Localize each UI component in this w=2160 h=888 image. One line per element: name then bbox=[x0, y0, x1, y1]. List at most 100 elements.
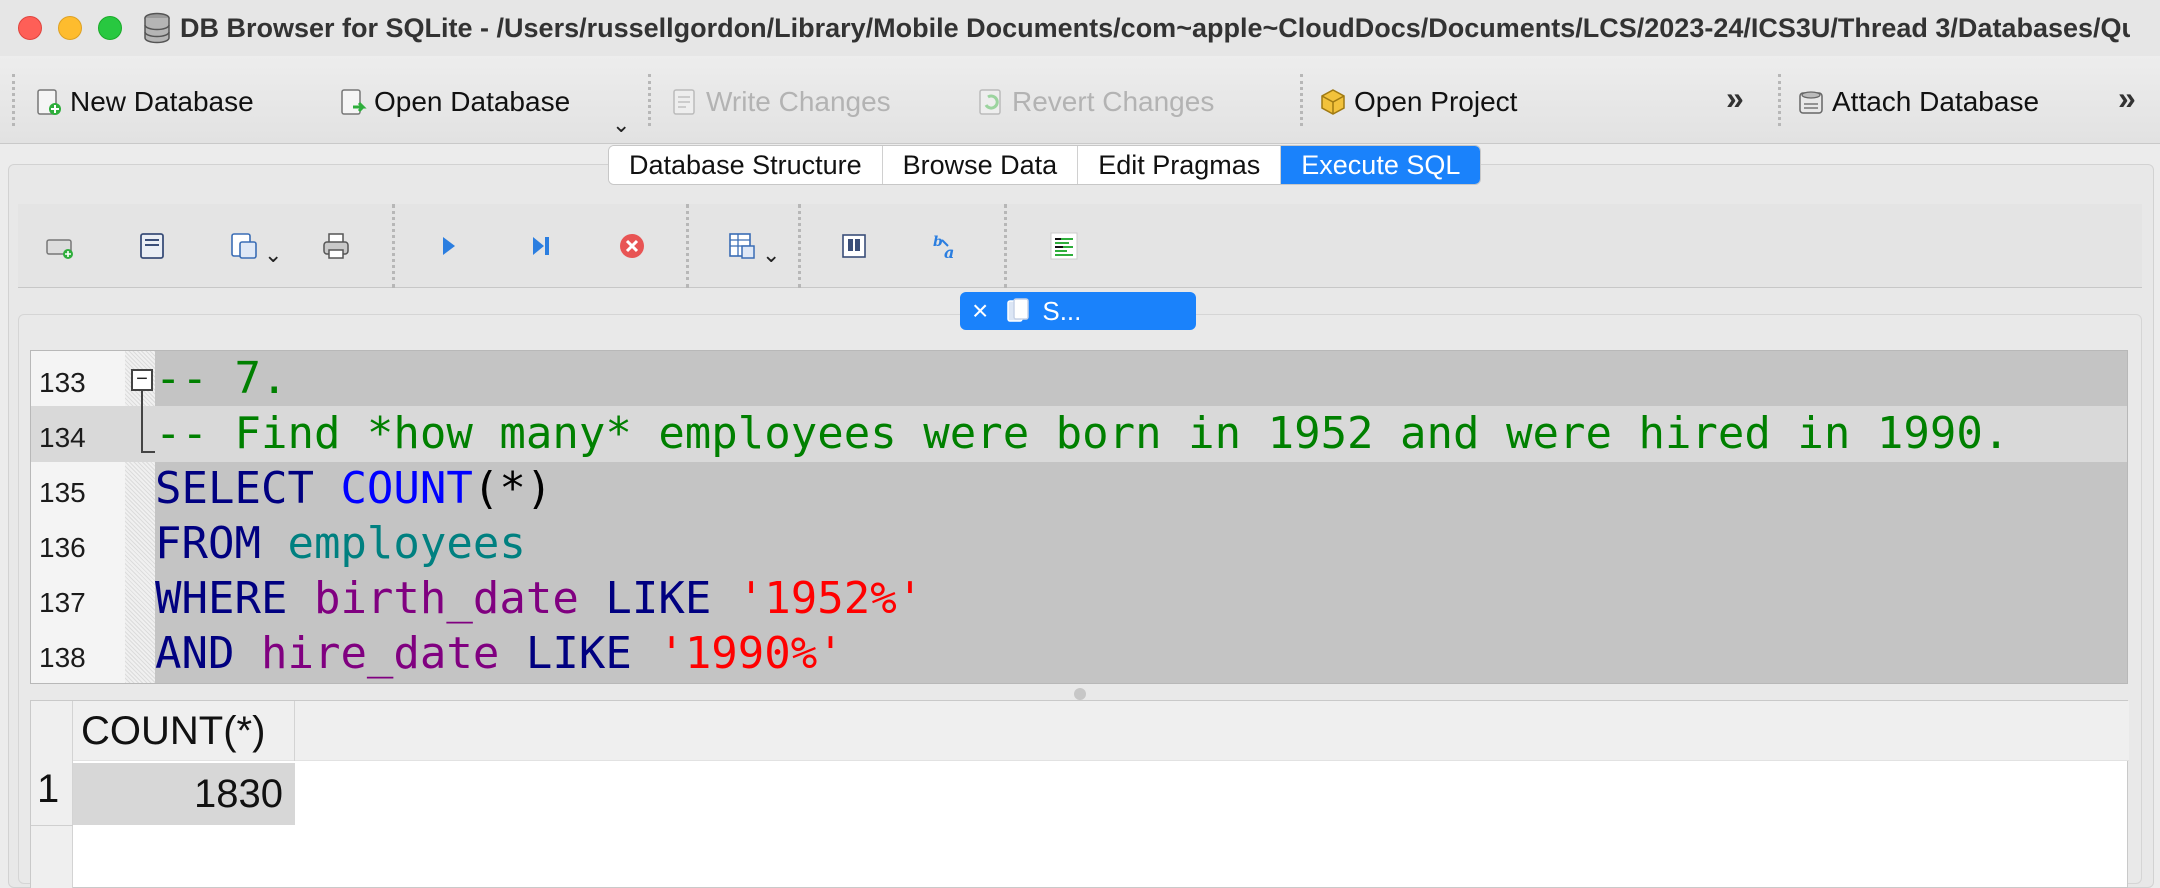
comment-block-icon[interactable] bbox=[1048, 230, 1080, 262]
code-token: '1990%' bbox=[658, 628, 844, 679]
code-line[interactable]: 135 SELECT COUNT(*) bbox=[31, 461, 2127, 517]
attach-database-label: Attach Database bbox=[1832, 86, 2040, 117]
line-number: 135 bbox=[39, 477, 86, 508]
toolbar-grip[interactable] bbox=[12, 74, 15, 126]
row-number[interactable]: 1 bbox=[37, 767, 59, 812]
code-text[interactable]: WHERE birth_date LIKE '1952%' bbox=[155, 573, 923, 625]
code-text[interactable]: SELECT COUNT(*) bbox=[155, 463, 552, 515]
fold-marker-line bbox=[141, 391, 143, 453]
line-number: 134 bbox=[39, 422, 86, 453]
column-header-row: COUNT(*) bbox=[73, 701, 2129, 761]
code-token: WHERE bbox=[155, 573, 314, 624]
open-tab-icon[interactable] bbox=[44, 230, 76, 262]
code-line[interactable]: 137 WHERE birth_date LIKE '1952%' bbox=[31, 571, 2127, 627]
write-changes-icon bbox=[673, 89, 695, 115]
line-number: 137 bbox=[39, 587, 86, 618]
tab-browse-data[interactable]: Browse Data bbox=[882, 146, 1079, 184]
minimize-window-button[interactable] bbox=[58, 16, 82, 40]
code-text[interactable]: -- 7. bbox=[155, 353, 287, 405]
toolbar-grip[interactable] bbox=[1300, 74, 1303, 126]
code-token: (*) bbox=[472, 463, 553, 514]
tab-database-structure[interactable]: Database Structure bbox=[609, 146, 883, 184]
code-token: -- 7. bbox=[155, 353, 288, 404]
open-database-label: Open Database bbox=[374, 86, 571, 117]
open-database-button[interactable]: Open Database bbox=[338, 82, 570, 122]
save-results-dropdown-icon[interactable]: ⌄ bbox=[762, 242, 780, 268]
toolbar-grip[interactable] bbox=[798, 204, 801, 288]
main-toolbar: New Database Open Database ⌄ Write Chang… bbox=[0, 56, 2160, 144]
attach-database-button[interactable]: Attach Database bbox=[1796, 82, 2039, 122]
line-number: 136 bbox=[39, 532, 86, 563]
column-header[interactable]: COUNT(*) bbox=[73, 701, 295, 761]
new-database-icon bbox=[37, 89, 61, 115]
title-bar: DB Browser for SQLite - /Users/russellgo… bbox=[0, 0, 2160, 56]
sql-toolbar: ⌄ ⌄ b a bbox=[18, 204, 2142, 288]
write-changes-button[interactable]: Write Changes bbox=[670, 82, 891, 122]
database-icon bbox=[144, 12, 170, 44]
toolbar-grip[interactable] bbox=[1778, 74, 1781, 126]
close-window-button[interactable] bbox=[18, 16, 42, 40]
window-controls bbox=[18, 16, 122, 40]
svg-text:b: b bbox=[933, 234, 943, 250]
code-line[interactable]: 138 AND hire_date LIKE '1990%' bbox=[31, 626, 2127, 682]
results-grid[interactable]: COUNT(*) 1 1830 bbox=[30, 700, 2129, 888]
open-database-icon bbox=[341, 89, 367, 115]
toolbar-overflow-icon[interactable]: » bbox=[1726, 80, 1744, 117]
code-token: FROM bbox=[155, 518, 288, 569]
execute-all-icon[interactable] bbox=[432, 230, 464, 262]
find-replace-icon[interactable]: b a bbox=[930, 230, 962, 262]
toolbar-grip[interactable] bbox=[1004, 204, 1007, 288]
code-text[interactable]: AND hire_date LIKE '1990%' bbox=[155, 628, 844, 680]
sql-editor-tab-label: S... bbox=[1042, 295, 1082, 326]
open-database-dropdown-icon[interactable]: ⌄ bbox=[612, 112, 630, 138]
stop-execution-icon[interactable] bbox=[616, 230, 648, 262]
save-sql-file-icon[interactable] bbox=[228, 230, 260, 262]
code-line[interactable]: 133 -- 7. bbox=[31, 351, 2127, 407]
sql-code-editor[interactable]: 133 -- 7. 134 -- Find *how many* employees … bbox=[30, 350, 2128, 684]
code-text[interactable]: FROM employees bbox=[155, 518, 526, 570]
line-number: 138 bbox=[39, 642, 86, 673]
open-project-button[interactable]: Open Project bbox=[1318, 82, 1517, 122]
execute-current-line-icon[interactable] bbox=[524, 230, 556, 262]
tab-execute-sql[interactable]: Execute SQL bbox=[1281, 146, 1481, 184]
new-database-button[interactable]: New Database bbox=[34, 82, 254, 122]
toolbar-grip[interactable] bbox=[392, 204, 395, 288]
attach-database-icon bbox=[1799, 91, 1823, 114]
code-token: SELECT bbox=[155, 463, 341, 514]
toolbar-overflow-icon[interactable]: » bbox=[2118, 80, 2136, 117]
fold-collapse-icon[interactable]: − bbox=[131, 369, 153, 391]
code-token: '1952%' bbox=[737, 573, 924, 624]
code-token: -- Find *how many* employees were born i… bbox=[155, 408, 2010, 459]
print-icon[interactable] bbox=[320, 230, 352, 262]
save-dropdown-icon[interactable]: ⌄ bbox=[264, 242, 282, 268]
result-cell[interactable]: 1830 bbox=[73, 763, 295, 825]
close-tab-icon[interactable]: × bbox=[972, 295, 988, 327]
sql-editor-tab[interactable]: × S... bbox=[960, 292, 1196, 330]
code-line[interactable]: 136 FROM employees bbox=[31, 516, 2127, 572]
svg-text:a: a bbox=[944, 243, 954, 262]
fold-marker-end bbox=[141, 451, 155, 453]
revert-changes-button[interactable]: Revert Changes bbox=[976, 82, 1214, 122]
code-text[interactable]: -- Find *how many* employees were born i… bbox=[155, 408, 2009, 460]
code-token: AND bbox=[155, 628, 261, 679]
code-token: LIKE bbox=[605, 573, 738, 624]
code-token: LIKE bbox=[525, 628, 659, 679]
main-tabs: Database Structure Browse Data Edit Prag… bbox=[608, 145, 1482, 185]
code-token: employees bbox=[287, 518, 526, 569]
save-results-icon[interactable] bbox=[726, 230, 758, 262]
pane-splitter-handle[interactable] bbox=[1074, 688, 1086, 700]
code-token: birth_date bbox=[313, 573, 606, 624]
code-token: COUNT bbox=[340, 463, 473, 514]
code-line[interactable]: 134 -- Find *how many* employees were bor… bbox=[31, 406, 2127, 462]
row-divider bbox=[31, 825, 73, 826]
tab-edit-pragmas[interactable]: Edit Pragmas bbox=[1078, 146, 1282, 184]
revert-changes-icon bbox=[979, 89, 1001, 115]
toolbar-grip[interactable] bbox=[648, 74, 651, 126]
new-database-label: New Database bbox=[70, 86, 254, 117]
find-icon[interactable] bbox=[838, 230, 870, 262]
open-project-label: Open Project bbox=[1354, 86, 1518, 117]
zoom-window-button[interactable] bbox=[98, 16, 122, 40]
toolbar-grip[interactable] bbox=[686, 204, 689, 288]
revert-changes-label: Revert Changes bbox=[1012, 86, 1215, 117]
open-sql-file-icon[interactable] bbox=[136, 230, 168, 262]
